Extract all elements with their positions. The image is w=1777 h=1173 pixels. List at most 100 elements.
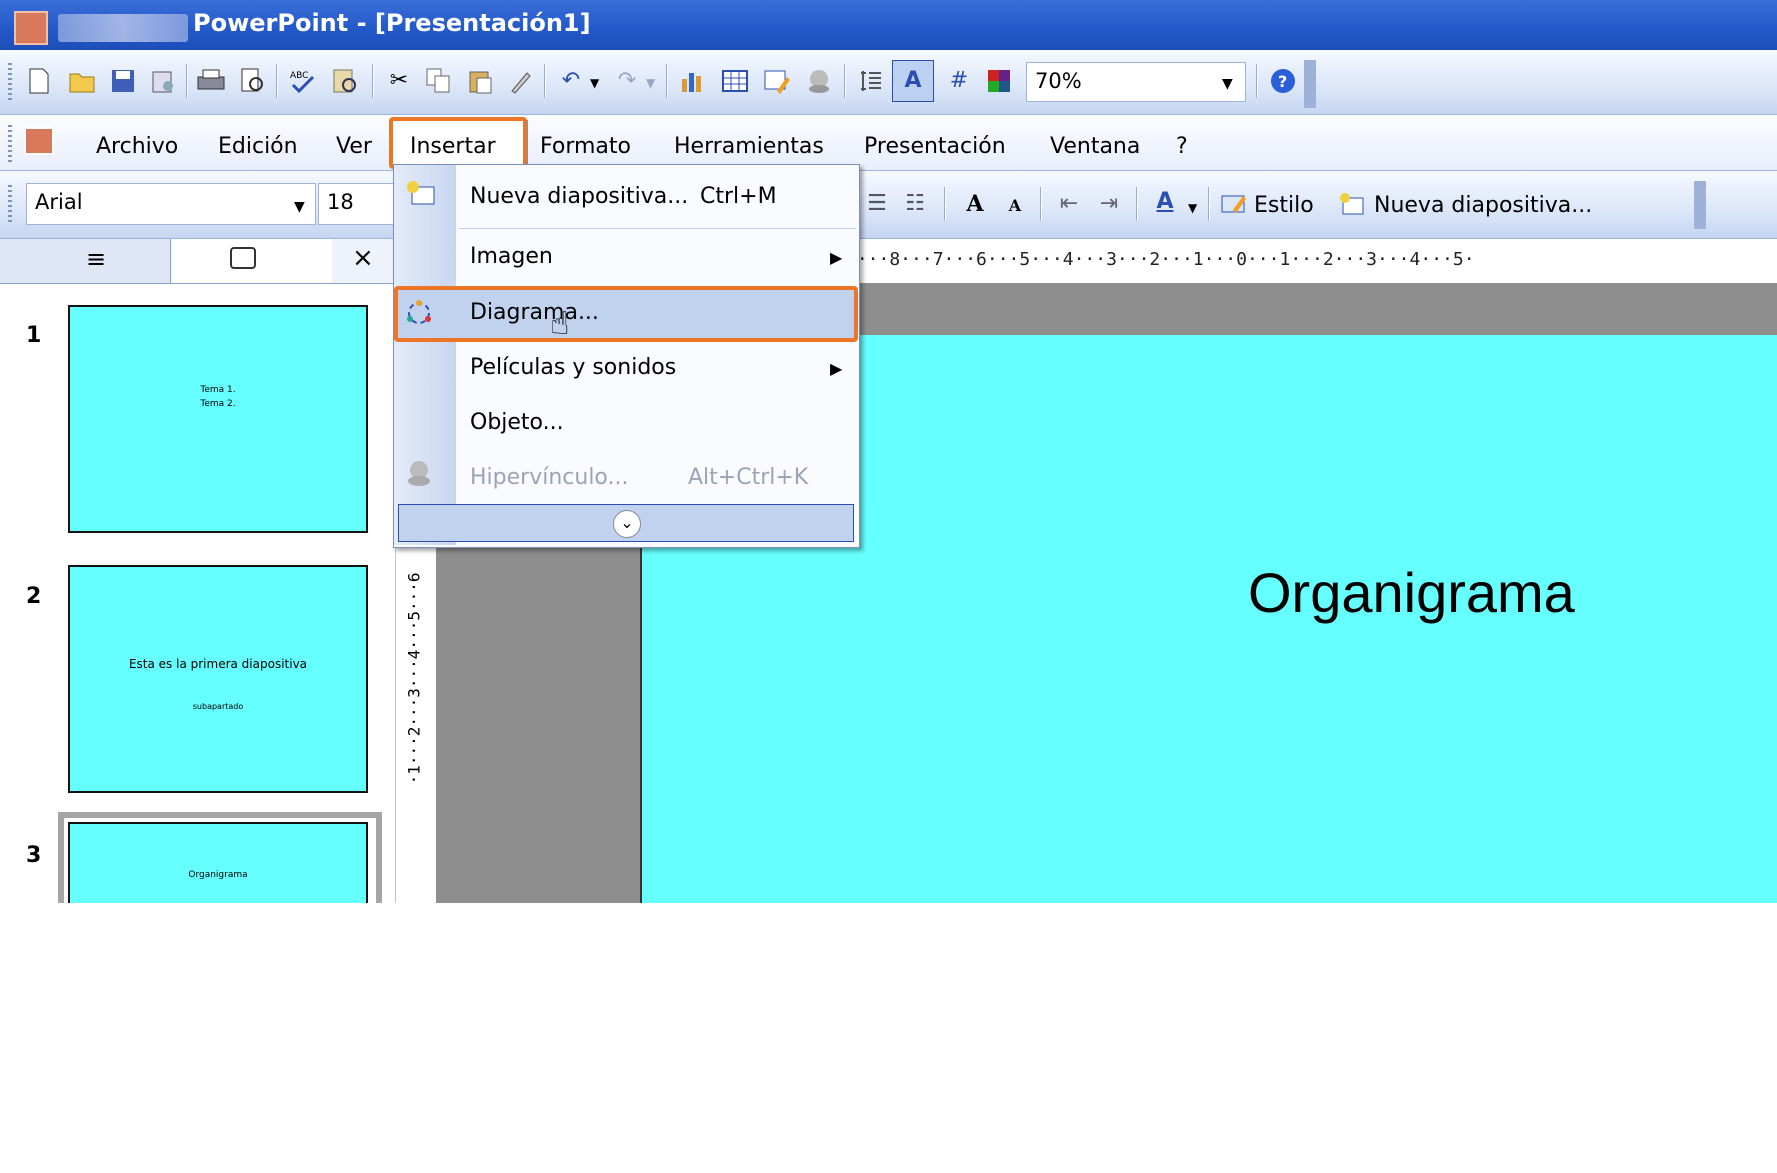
zoom-combo[interactable]: 70% <box>1026 62 1246 102</box>
close-icon[interactable]: × <box>352 243 374 273</box>
svg-text:ABC: ABC <box>290 71 308 81</box>
cut-icon[interactable]: ✂ <box>384 66 414 96</box>
slide-thumbnail-3[interactable]: Organigrama <box>68 822 368 903</box>
toolbar-grip[interactable] <box>8 185 12 223</box>
slide-thumbnail-2[interactable]: Esta es la primera diapositiva subaparta… <box>68 565 368 793</box>
paste-icon[interactable] <box>466 66 496 96</box>
slide-thumbnail-1[interactable]: Tema 1. Tema 2. <box>68 305 368 533</box>
menu-ventana[interactable]: Ventana <box>1050 134 1140 159</box>
toolbar-options-icon[interactable] <box>1304 60 1316 108</box>
new-icon[interactable] <box>24 66 54 96</box>
submenu-arrow-icon: ▶ <box>830 359 843 378</box>
save-icon[interactable] <box>108 66 138 96</box>
ruler-scale: ·1···2···3···4···5···6 <box>404 572 424 785</box>
menu-item-diagram[interactable]: Diagrama... <box>470 300 599 325</box>
separator <box>186 64 188 98</box>
thumb-line: Esta es la primera diapositiva <box>128 657 308 671</box>
menu-item-image[interactable]: Imagen <box>470 244 553 269</box>
increase-indent-icon[interactable]: ⇥ <box>1094 189 1124 219</box>
open-icon[interactable] <box>68 66 98 96</box>
shortcut-alt-ctrl-k: Alt+Ctrl+K <box>688 465 809 490</box>
font-size-combo[interactable]: 18 <box>318 183 394 225</box>
help-icon[interactable]: ? <box>1268 66 1298 96</box>
print-preview-icon[interactable] <box>238 66 268 96</box>
font-color-dropdown-icon[interactable]: ▼ <box>1188 201 1197 215</box>
submenu-arrow-icon: ▶ <box>830 248 843 267</box>
hyperlink-icon[interactable] <box>804 66 834 96</box>
menu-item-hyperlink: Hipervínculo... <box>470 465 629 490</box>
separator <box>1136 187 1138 221</box>
zoom-dropdown-icon[interactable]: ▼ <box>1222 76 1233 92</box>
svg-text:?: ? <box>1278 72 1287 91</box>
toolbar-options-icon[interactable] <box>1694 181 1706 229</box>
slide-title[interactable]: Organigrama <box>1248 560 1575 625</box>
separator <box>666 64 668 98</box>
menu-help[interactable]: ? <box>1176 134 1188 159</box>
thumb-line: Tema 2. <box>200 399 236 409</box>
separator <box>844 64 846 98</box>
font-color-icon[interactable]: A <box>1150 187 1180 217</box>
show-formatting-icon: A <box>904 68 922 93</box>
diagram-icon <box>404 298 434 332</box>
undo-dropdown-icon[interactable]: ▼ <box>590 76 599 90</box>
style-button[interactable]: Estilo <box>1254 193 1314 218</box>
redo-dropdown-icon[interactable]: ▼ <box>646 76 655 90</box>
slide-number: 1 <box>26 323 42 348</box>
separator <box>1040 187 1042 221</box>
separator <box>276 64 278 98</box>
menu-edicion[interactable]: Edición <box>218 134 298 159</box>
separator <box>544 64 546 98</box>
copy-icon[interactable] <box>424 66 454 96</box>
powerpoint-app-icon[interactable] <box>14 11 48 45</box>
tables-borders-icon[interactable] <box>762 66 792 96</box>
insert-chart-icon[interactable] <box>678 66 708 96</box>
menu-item-movies-sounds[interactable]: Películas y sonidos <box>470 355 676 380</box>
menu-archivo[interactable]: Archivo <box>96 134 178 159</box>
menubar-grip[interactable] <box>8 125 12 163</box>
menu-herramientas[interactable]: Herramientas <box>674 134 824 159</box>
new-slide-icon <box>406 180 436 210</box>
research-icon[interactable] <box>330 66 360 96</box>
decrease-indent-icon[interactable]: ⇤ <box>1054 189 1084 219</box>
document-icon[interactable] <box>24 127 54 155</box>
font-combo[interactable]: Arial <box>26 183 316 225</box>
menu-ver[interactable]: Ver <box>336 134 372 159</box>
format-painter-icon[interactable] <box>506 66 536 96</box>
insert-table-icon[interactable] <box>720 66 750 96</box>
new-slide-icon[interactable] <box>1338 189 1368 219</box>
redo-icon[interactable]: ↷ <box>612 66 642 96</box>
hand-cursor-icon: ☝ <box>550 304 570 342</box>
separator <box>944 187 946 221</box>
spelling-icon[interactable]: ABC <box>288 66 318 96</box>
blurred-title-region <box>58 14 188 42</box>
design-icon[interactable] <box>1220 189 1250 219</box>
grid-icon[interactable]: # <box>944 66 974 96</box>
separator <box>372 64 374 98</box>
separator <box>1256 64 1258 98</box>
hyperlink-icon <box>404 458 434 492</box>
decrease-font-icon[interactable]: A <box>1000 191 1030 221</box>
print-icon[interactable] <box>196 66 226 96</box>
new-slide-button[interactable]: Nueva diapositiva... <box>1374 193 1592 218</box>
permission-icon[interactable] <box>148 66 178 96</box>
menu-item-object[interactable]: Objeto... <box>470 410 564 435</box>
menu-presentacion[interactable]: Presentación <box>864 134 1006 159</box>
bullets-icon[interactable]: ☷ <box>900 189 930 219</box>
toolbar-grip[interactable] <box>8 63 12 101</box>
horizontal-ruler: 9···8···7···6···5···4···3···2···1···0···… <box>840 239 1777 283</box>
color-grayscale-icon[interactable] <box>984 66 1014 96</box>
menu-insertar[interactable]: Insertar <box>410 134 496 159</box>
standard-toolbar: ABC ✂ ↶ ▼ ↷ ▼ A # 70% ▼ ? <box>0 50 1777 115</box>
menu-item-new-slide[interactable]: Nueva diapositiva... <box>470 184 688 209</box>
thumb-line: Tema 1. <box>200 385 236 395</box>
formatting-toolbar: Arial ▼ 18 ☰ ☷ A A ⇤ ⇥ A ▼ Estilo Nueva … <box>0 171 1777 239</box>
font-dropdown-icon[interactable]: ▼ <box>294 199 305 215</box>
shortcut-ctrl-m: Ctrl+M <box>700 184 777 209</box>
menu-formato[interactable]: Formato <box>540 134 631 159</box>
highlight-diagrama <box>394 286 858 342</box>
expand-all-icon[interactable] <box>856 66 886 96</box>
increase-font-icon[interactable]: A <box>960 189 990 219</box>
numbering-icon[interactable]: ☰ <box>862 189 892 219</box>
undo-icon[interactable]: ↶ <box>556 66 586 96</box>
slides-icon <box>230 247 256 269</box>
